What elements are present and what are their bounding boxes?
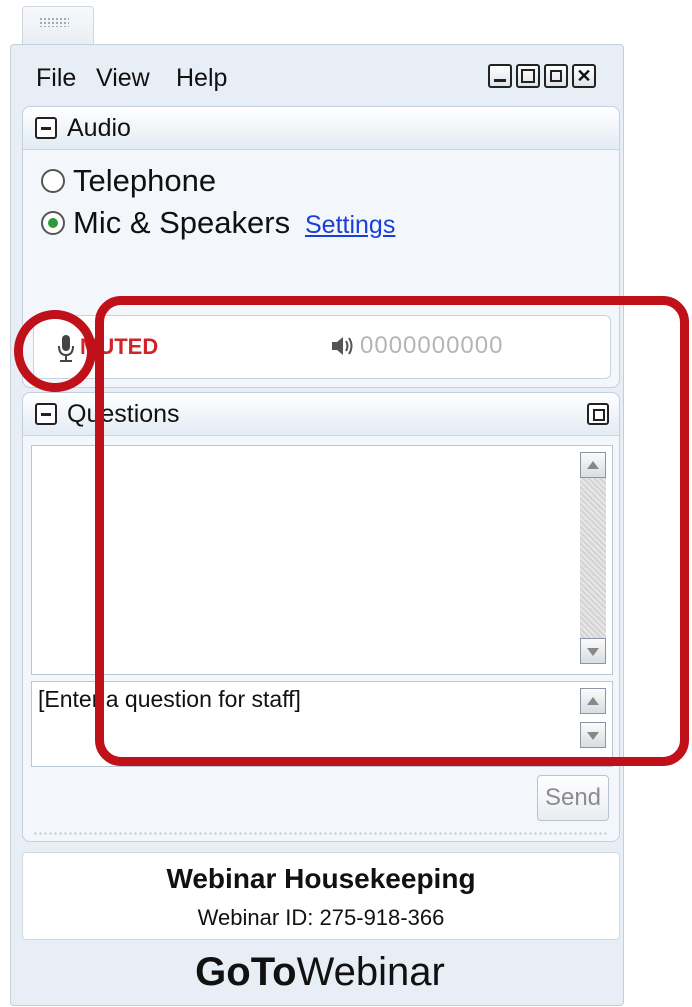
annotation-circle [14,310,96,392]
audio-panel-header: Audio [23,107,619,150]
drag-handle[interactable] [22,6,94,45]
logo-light: Webinar [296,950,445,994]
menu-help[interactable]: Help [176,64,227,93]
restore-icon[interactable] [544,64,568,88]
annotation-rectangle [95,296,689,766]
grip-dots-icon [39,17,69,27]
radio-telephone[interactable] [41,169,65,193]
maximize-icon[interactable] [516,64,540,88]
webinar-id: Webinar ID: 275-918-366 [197,905,445,930]
minimize-icon[interactable] [488,64,512,88]
settings-link[interactable]: Settings [305,211,395,240]
webinar-title: Webinar Housekeeping [166,863,476,894]
mic-speakers-label[interactable]: Mic & Speakers [73,205,290,241]
close-icon[interactable]: ✕ [572,64,596,88]
menu-view[interactable]: View [96,64,150,93]
collapse-audio-icon[interactable] [35,117,57,139]
webinar-info: Webinar Housekeeping Webinar ID: 275-918… [22,852,620,940]
gotowebinar-logo: GoToWebinar [22,940,618,1004]
telephone-label[interactable]: Telephone [73,163,216,199]
radio-mic-speakers[interactable] [41,211,65,235]
collapse-questions-icon[interactable] [35,403,57,425]
logo-bold: GoTo [195,950,297,994]
audio-title: Audio [67,114,131,142]
send-button[interactable]: Send [537,775,609,821]
menu-bar: File View Help ✕ [18,56,618,100]
menu-file[interactable]: File [36,64,76,93]
resize-grip[interactable] [33,831,609,837]
